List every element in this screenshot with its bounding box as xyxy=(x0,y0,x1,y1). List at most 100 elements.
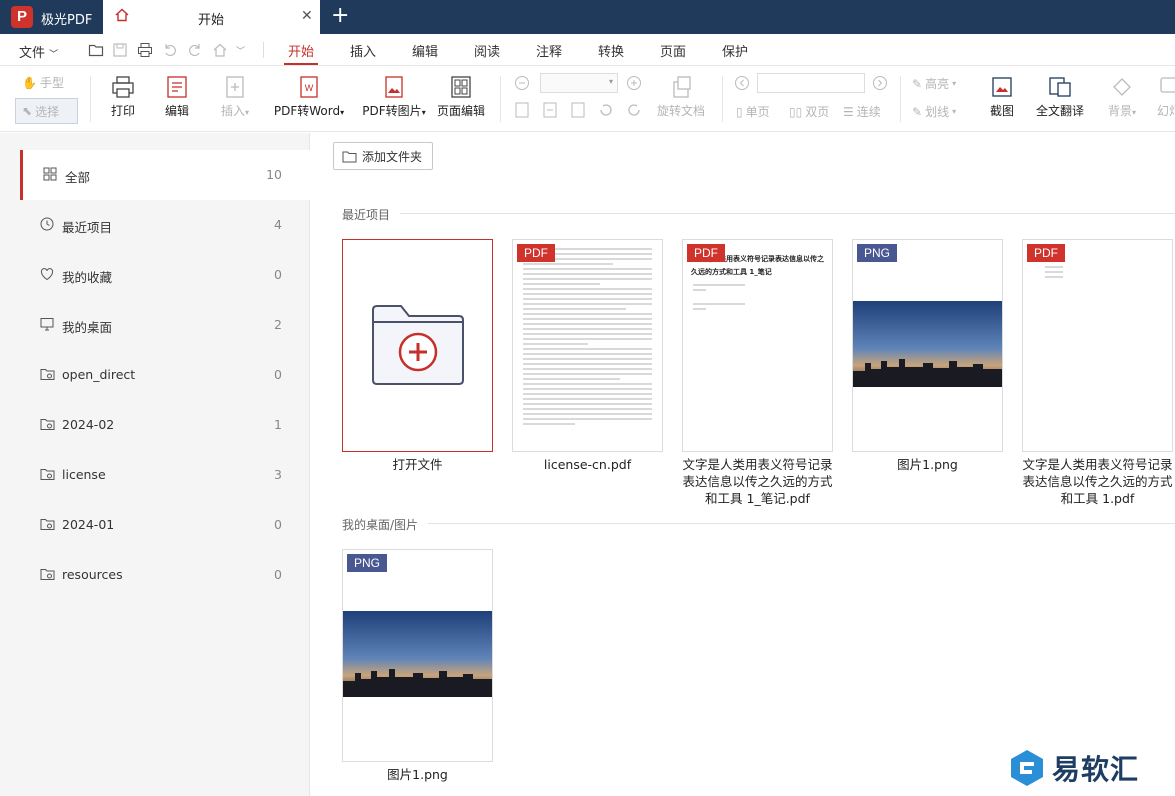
ribbon-tab-annotate[interactable]: 注释 xyxy=(536,41,562,60)
edit-button[interactable]: 编辑 xyxy=(162,74,192,119)
strike-label: 划线 xyxy=(925,105,950,119)
tab-close-icon[interactable]: ✕ xyxy=(301,8,313,24)
undo-icon[interactable] xyxy=(162,42,178,58)
home-nav-icon[interactable] xyxy=(212,42,228,58)
sidebar-item-favorites[interactable]: 我的收藏 0 xyxy=(20,250,310,300)
strikethrough-icon: ✎ xyxy=(912,104,923,119)
single-page-icon: ▯ xyxy=(736,104,743,119)
double-page-button[interactable]: ▯▯ 双页 xyxy=(789,103,829,120)
page-number-input[interactable] xyxy=(757,73,865,93)
ribbon-tab-start[interactable]: 开始 xyxy=(283,41,319,65)
new-tab-button[interactable]: + xyxy=(331,3,349,29)
toolbar-divider xyxy=(500,76,501,122)
open-folder-icon[interactable] xyxy=(88,42,104,58)
rotate-left-icon[interactable] xyxy=(598,102,614,118)
rotate-document-button[interactable]: 旋转文档 xyxy=(655,74,707,119)
ribbon-tab-insert[interactable]: 插入 xyxy=(350,41,376,60)
fit-width-icon[interactable] xyxy=(570,102,586,118)
next-page-icon[interactable] xyxy=(872,75,888,91)
sidebar-item-open-direct[interactable]: open_direct 0 xyxy=(20,350,310,400)
sidebar-item-desktop[interactable]: 我的桌面 2 xyxy=(20,300,310,350)
select-tool[interactable]: ⬉ 选择 xyxy=(15,98,78,124)
file-card[interactable]: 文字是人类用表义符号记录表达信息以传之久远的方式和工具 1_笔记 PDF xyxy=(682,239,833,452)
page-grid-icon xyxy=(451,76,471,98)
sidebar-item-label: resources xyxy=(62,567,123,582)
folder-add-icon xyxy=(372,305,464,385)
slideshow-button[interactable]: 幻灯 xyxy=(1157,74,1175,119)
zoom-select[interactable]: ▾ xyxy=(540,73,618,93)
ribbon-tab-read[interactable]: 阅读 xyxy=(474,41,500,60)
card-caption: 文字是人类用表义符号记录表达信息以传之久远的方式和工具 1.pdf xyxy=(1022,457,1173,506)
full-translate-label: 全文翻译 xyxy=(1035,104,1084,118)
rotate-right-icon[interactable] xyxy=(626,102,642,118)
strike-button[interactable]: ✎ 划线 ▾ xyxy=(912,103,956,120)
single-page-label: 单页 xyxy=(745,105,770,119)
sidebar: 全部 10 最近项目 4 我的收藏 0 我的桌面 2 open_direct 0… xyxy=(0,133,310,796)
strike-dropdown-icon: ▾ xyxy=(952,107,957,116)
sidebar-item-resources[interactable]: resources 0 xyxy=(20,550,310,600)
section-divider xyxy=(428,523,1175,524)
sidebar-item-label: 我的收藏 xyxy=(62,270,113,285)
ribbon-tab-edit[interactable]: 编辑 xyxy=(412,41,438,60)
slideshow-label: 幻灯 xyxy=(1157,104,1175,118)
rotate-doc-icon xyxy=(673,76,691,98)
ribbon-tab-convert[interactable]: 转换 xyxy=(598,41,624,60)
file-card[interactable]: PNG xyxy=(342,549,493,762)
actual-size-icon[interactable] xyxy=(514,102,530,118)
pdf-to-image-button[interactable]: PDF转图片▾ xyxy=(361,74,427,119)
image-thumbnail xyxy=(853,301,1002,387)
folder-icon xyxy=(40,469,55,480)
sidebar-item-count: 3 xyxy=(274,467,282,482)
highlighter-icon: ✎ xyxy=(912,76,923,91)
watermark-text: 易软汇 xyxy=(1052,753,1140,786)
tab-start[interactable]: 开始 ✕ xyxy=(103,0,320,34)
fit-page-icon[interactable] xyxy=(542,102,558,118)
sidebar-item-count: 0 xyxy=(274,567,282,582)
file-card[interactable]: PDF xyxy=(512,239,663,452)
sidebar-item-license[interactable]: license 3 xyxy=(20,450,310,500)
prev-page-icon[interactable] xyxy=(734,75,750,91)
add-folder-button[interactable]: 添加文件夹 xyxy=(333,142,433,170)
page-edit-button[interactable]: 页面编辑 xyxy=(437,74,485,119)
section-title-desktop: 我的桌面/图片 xyxy=(342,518,419,532)
pdf-to-word-button[interactable]: W PDF转Word▾ xyxy=(271,74,347,119)
print-button[interactable]: 打印 xyxy=(108,74,138,119)
sidebar-item-recent[interactable]: 最近项目 4 xyxy=(20,200,310,250)
page-thumbnail xyxy=(1045,266,1162,281)
save-icon[interactable] xyxy=(112,42,128,58)
zoom-out-icon[interactable] xyxy=(514,75,530,91)
single-page-button[interactable]: ▯ 单页 xyxy=(736,103,770,120)
quick-access-chevron-icon[interactable]: ﹀ xyxy=(236,44,245,57)
sidebar-item-2024-02[interactable]: 2024-02 1 xyxy=(20,400,310,450)
full-translate-button[interactable]: 全文翻译 xyxy=(1035,74,1085,119)
translate-icon xyxy=(1049,77,1071,97)
file-card[interactable]: PNG xyxy=(852,239,1003,452)
zoom-in-icon[interactable] xyxy=(626,75,642,91)
continuous-button[interactable]: ☰ 连续 xyxy=(843,103,881,120)
insert-button[interactable]: 插入▾ xyxy=(215,74,255,119)
file-type-badge: PDF xyxy=(517,244,555,262)
sidebar-item-count: 0 xyxy=(274,267,282,282)
file-menu[interactable]: 文件 ﹀ xyxy=(19,42,58,61)
ribbon-tab-page[interactable]: 页面 xyxy=(660,41,686,60)
double-page-label: 双页 xyxy=(805,105,830,119)
highlight-label: 高亮 xyxy=(925,77,950,91)
redo-icon[interactable] xyxy=(187,42,203,58)
sidebar-item-count: 4 xyxy=(274,217,282,232)
sidebar-item-2024-01[interactable]: 2024-01 0 xyxy=(20,500,310,550)
ribbon-tab-protect[interactable]: 保护 xyxy=(722,41,748,60)
insert-dropdown-icon: ▾ xyxy=(245,108,250,117)
pdf-to-word-dropdown-icon: ▾ xyxy=(340,108,345,117)
file-card[interactable]: PDF xyxy=(1022,239,1173,452)
print-icon[interactable] xyxy=(137,42,153,58)
monitor-icon xyxy=(40,318,54,331)
sidebar-item-all[interactable]: 全部 10 xyxy=(20,150,310,200)
open-file-card[interactable] xyxy=(342,239,493,452)
pdf-to-word-label: PDF转Word xyxy=(273,104,341,118)
highlight-button[interactable]: ✎ 高亮 ▾ xyxy=(912,75,956,92)
watermark: 易软汇 xyxy=(1008,748,1139,788)
background-button[interactable]: 背景▾ xyxy=(1104,74,1140,119)
hand-tool[interactable]: ✋ 手型 xyxy=(22,74,64,91)
screenshot-button[interactable]: 截图 xyxy=(987,74,1017,119)
main-content: 添加文件夹 最近项目 打开文件 PDF license-cn.pdf 文字是人类… xyxy=(311,133,1175,796)
